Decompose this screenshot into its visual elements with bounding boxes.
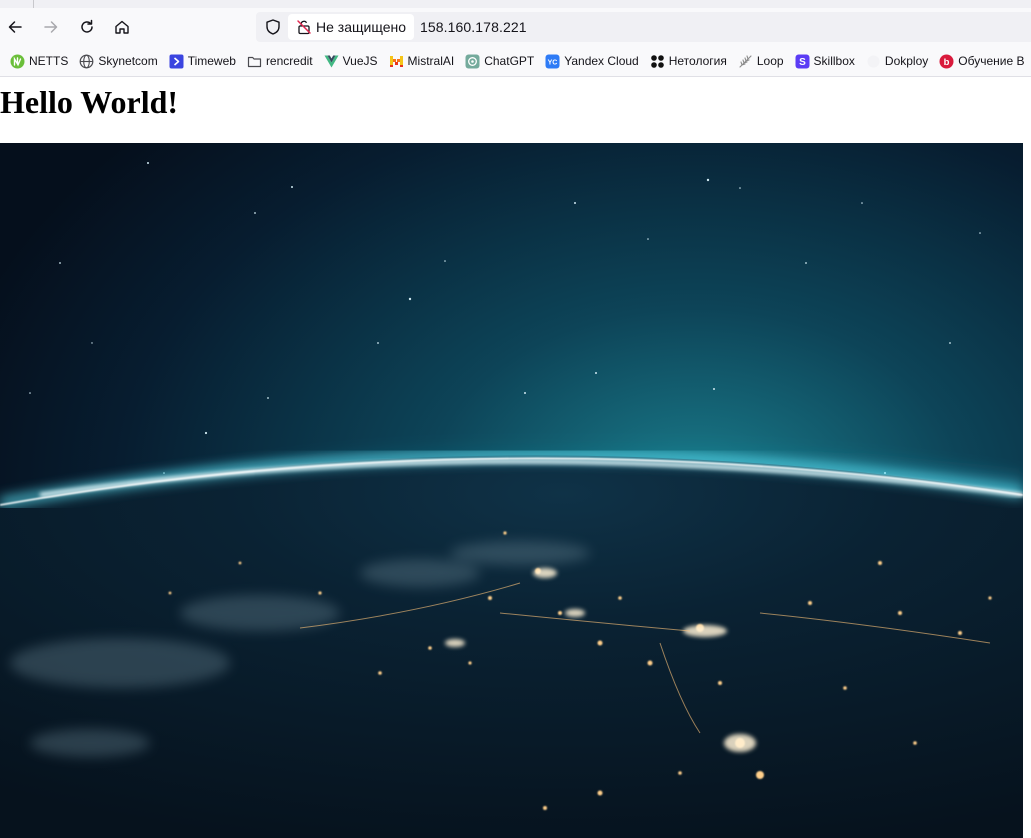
folder-icon: [247, 54, 262, 69]
timeweb-icon: [169, 54, 184, 69]
bookmark-netology[interactable]: Нетология: [650, 49, 727, 73]
bookmark-timeweb[interactable]: Timeweb: [169, 49, 236, 73]
netology-icon: [650, 54, 665, 69]
bookmark-yandex-cloud[interactable]: YC Yandex Cloud: [545, 49, 639, 73]
bookmark-label: VueJS: [342, 54, 378, 68]
globe-icon: [79, 54, 94, 69]
bookmark-label: Yandex Cloud: [564, 54, 639, 68]
bookmark-label: rencredit: [265, 54, 313, 68]
insecure-lock-icon: [297, 20, 311, 35]
back-button[interactable]: [1, 13, 29, 41]
tab-separator: [33, 0, 34, 8]
connection-security-indicator[interactable]: Не защищено: [288, 14, 414, 40]
reload-icon: [81, 19, 93, 33]
tracking-protection-shield-icon[interactable]: [264, 18, 282, 36]
navigation-toolbar: Не защищено 158.160.178.221: [0, 8, 1031, 46]
earth-at-night-image: [0, 143, 1023, 838]
forward-button[interactable]: [37, 13, 65, 41]
netts-icon: [10, 54, 25, 69]
bookmark-label: Обучение B: [958, 54, 1025, 68]
bookmark-label: NETTS: [29, 54, 69, 68]
earth-from-space-illustration: [0, 143, 1023, 838]
bookmarks-toolbar: NETTS Skynetcom Timeweb rencredit VueJS …: [0, 46, 1031, 77]
mistral-icon: [389, 54, 404, 69]
bookmark-label: ChatGPT: [484, 54, 535, 68]
bookmark-obuchenie[interactable]: b Обучение B: [939, 49, 1024, 73]
bookmark-label: MistralAI: [407, 54, 455, 68]
bookmark-skynetcom[interactable]: Skynetcom: [79, 49, 158, 73]
bookmark-label: Skillbox: [813, 54, 855, 68]
bookmark-dokploy[interactable]: Dokploy: [866, 49, 928, 73]
bookmark-label: Loop: [756, 54, 784, 68]
bookmark-mistralai[interactable]: MistralAI: [389, 49, 455, 73]
bookmark-label: Skynetcom: [98, 54, 158, 68]
address-bar[interactable]: Не защищено 158.160.178.221: [256, 12, 1031, 42]
bookmark-vuejs[interactable]: VueJS: [324, 49, 378, 73]
chatgpt-icon: [465, 54, 480, 69]
bookmark-label: Dokploy: [884, 54, 929, 68]
bookmark-chatgpt[interactable]: ChatGPT: [465, 49, 534, 73]
home-button[interactable]: [108, 13, 136, 41]
yandex-cloud-icon: YC: [545, 54, 560, 69]
url-text[interactable]: 158.160.178.221: [420, 19, 527, 35]
dokploy-icon: [866, 54, 881, 69]
obuchenie-icon: b: [939, 54, 954, 69]
home-icon: [115, 20, 129, 34]
bookmark-label: Timeweb: [187, 54, 236, 68]
svg-text:b: b: [944, 57, 950, 68]
security-label: Не защищено: [316, 19, 406, 35]
tab-strip: [0, 0, 1031, 8]
vue-icon: [324, 54, 339, 69]
arrow-right-icon: [44, 21, 58, 33]
loop-icon: [738, 54, 753, 69]
bookmark-netts[interactable]: NETTS: [10, 49, 68, 73]
reload-button[interactable]: [73, 13, 101, 41]
bookmark-label: Нетология: [668, 54, 727, 68]
bookmark-loop[interactable]: Loop: [738, 49, 784, 73]
skillbox-icon: S: [795, 54, 810, 69]
page-content: Hello World!: [0, 77, 1031, 838]
page-heading: Hello World!: [0, 84, 179, 120]
bookmark-skillbox[interactable]: S Skillbox: [795, 49, 855, 73]
arrow-left-icon: [8, 21, 22, 33]
svg-text:S: S: [799, 57, 806, 68]
bookmark-folder-rencredit[interactable]: rencredit: [247, 49, 313, 73]
svg-text:YC: YC: [548, 59, 558, 66]
